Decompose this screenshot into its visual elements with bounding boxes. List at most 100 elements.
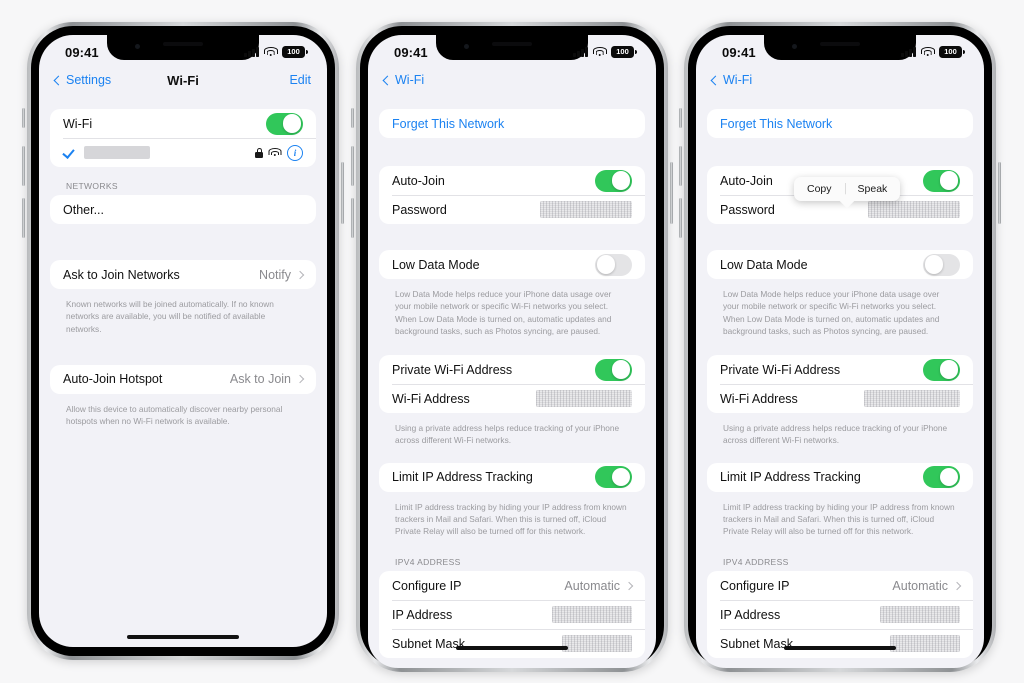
- auto-join-hotspot-value: Ask to Join: [229, 372, 291, 387]
- private-wifi-group: Private Wi-Fi Address Wi-Fi Address: [379, 355, 645, 414]
- back-to-wifi-button[interactable]: Wi-Fi: [710, 73, 752, 87]
- password-label: Password: [392, 202, 447, 217]
- battery-icon: 100: [611, 46, 637, 58]
- forget-network-row[interactable]: Forget This Network: [707, 109, 973, 138]
- volume-down-button[interactable]: [22, 198, 25, 238]
- limit-ip-toggle[interactable]: [595, 466, 632, 489]
- power-button[interactable]: [998, 162, 1001, 224]
- configure-ip-row[interactable]: Configure IP Automatic: [379, 571, 645, 600]
- auto-join-toggle[interactable]: [923, 169, 960, 192]
- chevron-right-icon: [295, 375, 305, 384]
- chevron-left-icon: [53, 75, 64, 85]
- auto-join-row[interactable]: Auto-Join: [379, 166, 645, 195]
- limit-ip-footnote: Limit IP address tracking by hiding your…: [723, 501, 955, 537]
- password-label: Password: [720, 202, 775, 217]
- forget-network-label: Forget This Network: [392, 116, 505, 131]
- home-indicator-2[interactable]: [456, 646, 568, 650]
- private-wifi-row[interactable]: Private Wi-Fi Address: [379, 355, 645, 384]
- subnet-mask-label: Subnet Mask: [720, 636, 793, 651]
- settings-content-1: Wi-Fi i NETWORKS Other... Ask to Join Ne…: [39, 95, 327, 437]
- back-to-wifi-button[interactable]: Wi-Fi: [382, 73, 425, 87]
- chevron-left-icon: [710, 75, 721, 85]
- wifi-address-row[interactable]: Wi-Fi Address: [707, 384, 973, 413]
- wifi-address-row[interactable]: Wi-Fi Address: [379, 384, 645, 413]
- ip-address-row[interactable]: IP Address: [379, 600, 645, 629]
- volume-down-button[interactable]: [679, 198, 682, 238]
- auto-join-toggle[interactable]: [595, 169, 632, 192]
- forget-network-group: Forget This Network: [379, 109, 645, 138]
- volume-down-button[interactable]: [351, 198, 354, 238]
- lock-icon: [255, 147, 263, 158]
- screenshot-canvas: 09:41 100 Settings Wi-Fi Edit Wi-Fi i NE…: [0, 0, 1024, 683]
- chevron-right-icon: [952, 581, 962, 591]
- limit-ip-toggle[interactable]: [923, 466, 960, 489]
- limit-ip-row[interactable]: Limit IP Address Tracking: [379, 463, 645, 492]
- volume-up-button[interactable]: [22, 146, 25, 186]
- battery-level: 100: [944, 47, 957, 57]
- private-wifi-label: Private Wi-Fi Address: [392, 362, 513, 377]
- low-data-mode-toggle[interactable]: [923, 253, 960, 276]
- low-data-mode-row[interactable]: Low Data Mode: [707, 250, 973, 279]
- auto-join-hotspot-row[interactable]: Auto-Join Hotspot Ask to Join: [50, 365, 316, 394]
- ask-to-join-row[interactable]: Ask to Join Networks Notify: [50, 260, 316, 289]
- volume-up-button[interactable]: [351, 146, 354, 186]
- network-row-icons: i: [255, 144, 303, 161]
- limit-ip-row[interactable]: Limit IP Address Tracking: [707, 463, 973, 492]
- auto-join-hotspot-label: Auto-Join Hotspot: [63, 372, 163, 387]
- private-wifi-label: Private Wi-Fi Address: [720, 362, 841, 377]
- configure-ip-row[interactable]: Configure IP Automatic: [707, 571, 973, 600]
- iphone-device-2: 09:41 100 Wi-Fi Forget This Network Auto…: [351, 22, 673, 672]
- toggle-knob: [282, 114, 302, 133]
- wifi-toggle[interactable]: [266, 112, 303, 135]
- low-data-mode-group: Low Data Mode: [707, 250, 973, 279]
- home-indicator-3[interactable]: [784, 646, 896, 650]
- home-indicator-1[interactable]: [127, 635, 239, 639]
- cellular-bars-icon: [901, 47, 916, 57]
- silence-switch[interactable]: [22, 108, 25, 128]
- back-label: Wi-Fi: [395, 73, 425, 87]
- subnet-mask-value-redacted: [890, 635, 960, 653]
- wifi-toggle-row[interactable]: Wi-Fi: [50, 109, 316, 138]
- info-circle-icon[interactable]: i: [287, 144, 303, 161]
- power-button[interactable]: [670, 162, 673, 224]
- ip-address-value-redacted: [880, 606, 960, 624]
- password-row[interactable]: Password: [379, 195, 645, 224]
- forget-network-row[interactable]: Forget This Network: [379, 109, 645, 138]
- copy-menu-item[interactable]: Copy: [794, 177, 845, 201]
- ask-to-join-value: Notify: [259, 267, 291, 282]
- ip-address-row[interactable]: IP Address: [707, 600, 973, 629]
- subnet-mask-row[interactable]: Subnet Mask: [707, 629, 973, 658]
- wifi-signal-icon: [268, 148, 282, 157]
- context-menu-popup[interactable]: Copy Speak: [794, 177, 901, 209]
- private-wifi-row[interactable]: Private Wi-Fi Address: [707, 355, 973, 384]
- silence-switch[interactable]: [351, 108, 354, 128]
- cellular-bars-icon: [244, 47, 259, 57]
- speak-menu-item[interactable]: Speak: [844, 177, 901, 201]
- private-wifi-toggle[interactable]: [595, 358, 632, 381]
- subnet-mask-row[interactable]: Subnet Mask: [379, 629, 645, 658]
- silence-switch[interactable]: [679, 108, 682, 128]
- wifi-icon: [263, 47, 278, 57]
- toggle-knob: [924, 255, 944, 274]
- private-wifi-footnote: Using a private address helps reduce tra…: [395, 423, 620, 446]
- limit-ip-group: Limit IP Address Tracking: [707, 462, 973, 492]
- low-data-mode-toggle[interactable]: [595, 253, 632, 276]
- connected-network-row[interactable]: i: [50, 138, 316, 167]
- configure-ip-label: Configure IP: [392, 578, 462, 593]
- wifi-toggle-group: Wi-Fi i: [50, 109, 316, 167]
- ip-address-label: IP Address: [720, 607, 781, 622]
- chevron-right-icon: [624, 581, 634, 591]
- ipv4-section-header: IPV4 ADDRESS: [723, 557, 789, 568]
- low-data-mode-row[interactable]: Low Data Mode: [379, 250, 645, 279]
- wifi-address-value-redacted: [536, 390, 632, 408]
- auto-join-hotspot-value-wrap: Ask to Join: [229, 372, 305, 387]
- private-wifi-toggle[interactable]: [923, 358, 960, 381]
- limit-ip-footnote: Limit IP address tracking by hiding your…: [395, 501, 627, 537]
- chevron-right-icon: [295, 270, 305, 279]
- back-to-settings-button[interactable]: Settings: [53, 73, 111, 87]
- power-button[interactable]: [341, 162, 344, 224]
- other-network-row[interactable]: Other...: [50, 195, 316, 224]
- volume-up-button[interactable]: [679, 146, 682, 186]
- edit-button[interactable]: Edit: [289, 73, 311, 87]
- network-ssid-redacted: [84, 146, 150, 159]
